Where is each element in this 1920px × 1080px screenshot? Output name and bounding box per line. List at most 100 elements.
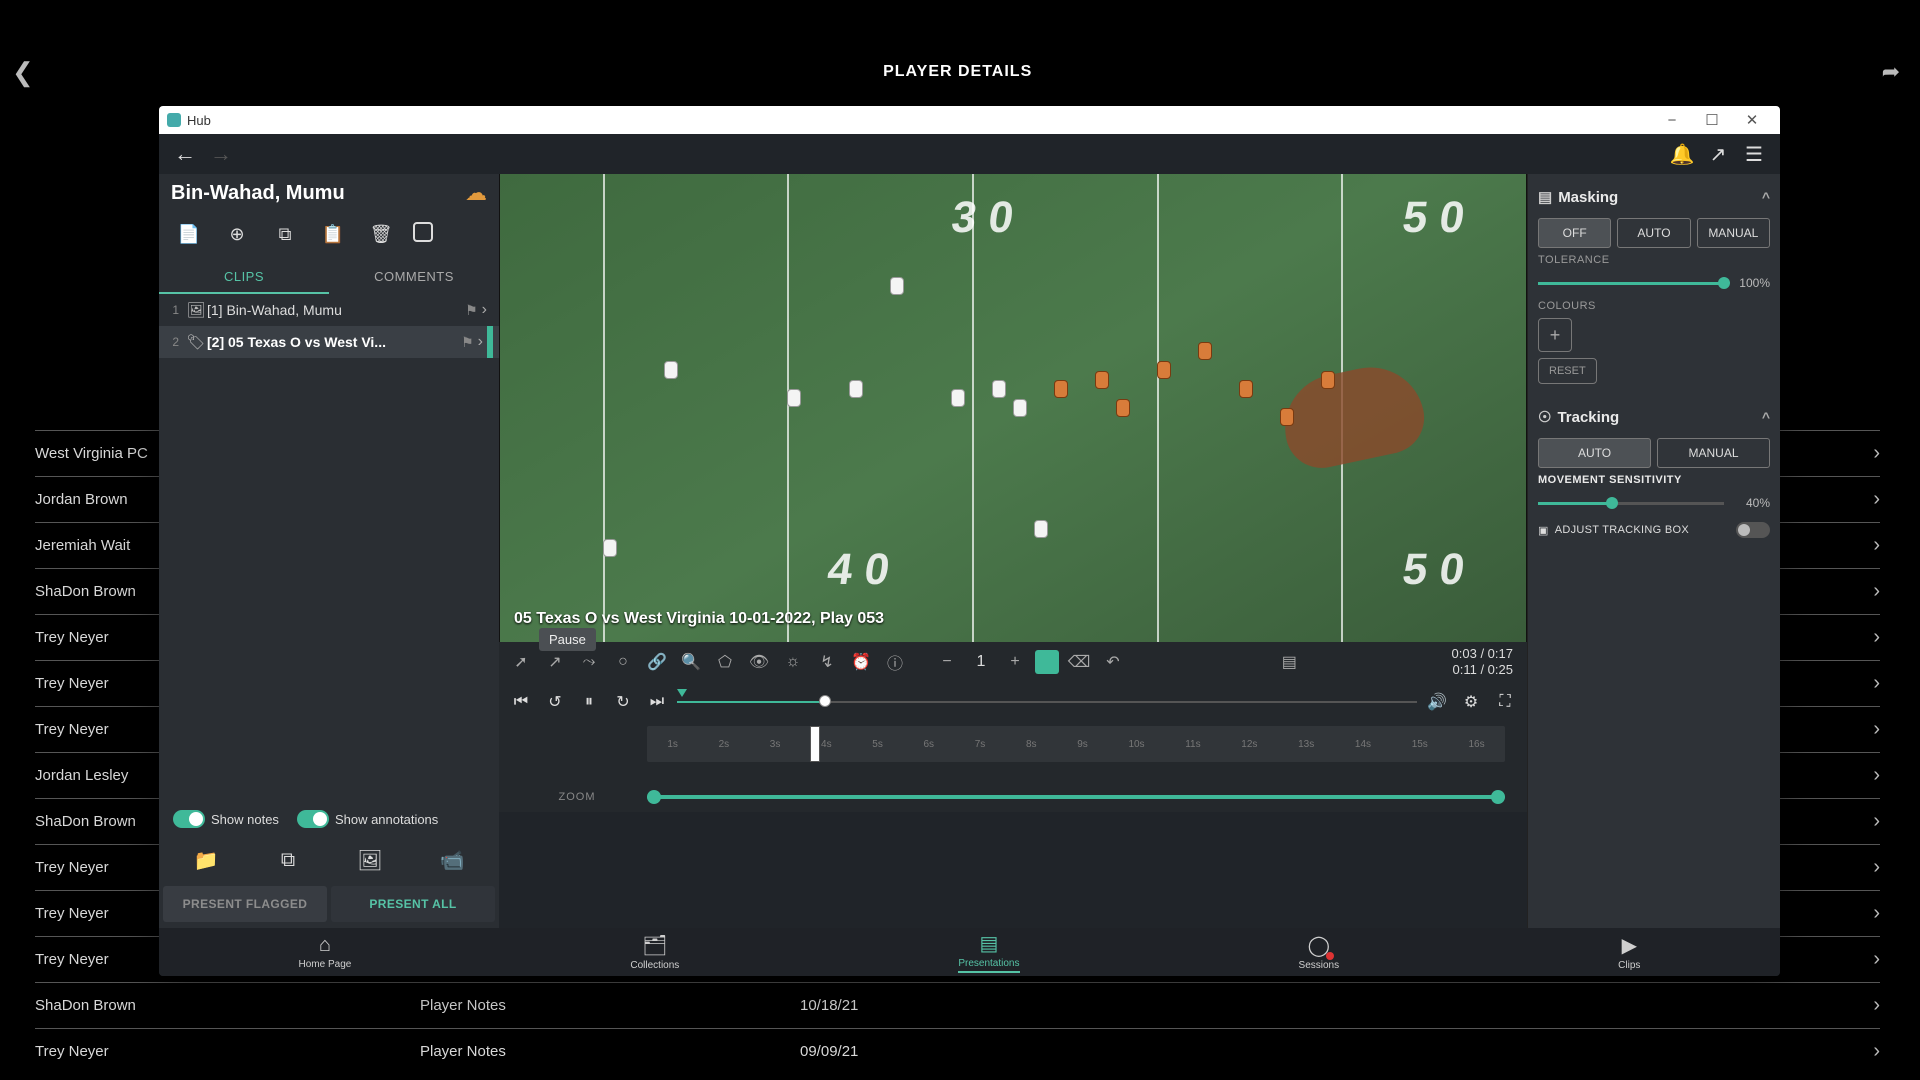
footer-collections[interactable]: 🗂 Collections (630, 933, 679, 971)
clip-row[interactable]: 2 🏷 [2] 05 Texas O vs West Vi... ⚑ › (159, 326, 499, 358)
chevron-right-icon[interactable]: › (1873, 810, 1880, 833)
table-row[interactable]: ShaDon Brown Player Notes 10/18/21 › (35, 982, 1880, 1028)
tolerance-slider[interactable] (1538, 282, 1724, 285)
chevron-right-icon[interactable]: › (1873, 948, 1880, 971)
trash-icon[interactable]: 🗑 (365, 218, 397, 250)
chevron-right-icon[interactable]: › (1873, 626, 1880, 649)
chevron-right-icon[interactable]: › (1873, 580, 1880, 603)
masking-auto-button[interactable]: AUTO (1617, 218, 1690, 248)
eye-icon[interactable]: 👁 (745, 648, 773, 676)
footer-presentations[interactable]: ▤ Presentations (958, 931, 1019, 973)
present-all-button[interactable]: PRESENT ALL (331, 886, 495, 922)
chevron-up-icon[interactable]: ^ (1762, 409, 1770, 425)
present-flagged-button[interactable]: PRESENT FLAGGED (163, 886, 327, 922)
reset-button[interactable]: RESET (1538, 358, 1597, 384)
masking-off-button[interactable]: OFF (1538, 218, 1611, 248)
chevron-right-icon[interactable]: › (1873, 488, 1880, 511)
cloud-download-icon[interactable]: ☁ (465, 180, 487, 206)
spotlight-icon[interactable]: ☼ (779, 648, 807, 676)
chevron-right-icon[interactable]: › (1873, 672, 1880, 695)
bell-icon[interactable]: 🔔 (1664, 136, 1700, 172)
flag-icon[interactable]: ⚑ (461, 334, 474, 351)
link-icon[interactable]: 🔗 (643, 648, 671, 676)
add-image-icon[interactable]: 🖼 (347, 844, 393, 876)
footer-sessions[interactable]: ◯ Sessions (1299, 933, 1340, 971)
back-5s-button[interactable]: ↺ (541, 688, 569, 716)
chevron-right-icon[interactable]: › (482, 301, 487, 319)
settings-icon[interactable]: ⚙ (1457, 688, 1485, 716)
nav-back-button[interactable]: ← (167, 136, 203, 172)
playhead[interactable] (810, 726, 820, 762)
tab-clips[interactable]: CLIPS (159, 260, 329, 294)
maximize-button[interactable]: ☐ (1692, 111, 1732, 129)
table-row[interactable]: Trey Neyer Player Notes 09/09/21 › (35, 1028, 1880, 1074)
next-clip-button[interactable]: ⏭ (643, 688, 671, 716)
chevron-right-icon[interactable]: › (1873, 1040, 1880, 1063)
arrow-icon[interactable]: ↗ (541, 648, 569, 676)
chevron-right-icon[interactable]: › (1873, 718, 1880, 741)
current-color-swatch[interactable] (1035, 650, 1059, 674)
minimize-button[interactable]: − (1652, 112, 1692, 129)
chevron-up-icon[interactable]: ^ (1762, 189, 1770, 205)
video-player[interactable]: 4 0 5 0 5 0 3 0 (499, 174, 1527, 642)
note-icon[interactable]: 📄 (173, 218, 205, 250)
layers-icon[interactable]: ▤ (1275, 648, 1303, 676)
copy-icon[interactable]: ⧉ (269, 218, 301, 250)
toggle-show-annotations[interactable]: Show annotations (297, 810, 438, 828)
add-clip-icon[interactable]: ⧉ (265, 844, 311, 876)
circle-icon[interactable]: ○ (609, 648, 637, 676)
footer-home[interactable]: ⌂ Home Page (299, 934, 352, 970)
zoom-slider[interactable] (647, 795, 1505, 799)
chevron-right-icon[interactable]: › (1873, 764, 1880, 787)
fwd-5s-button[interactable]: ↻ (609, 688, 637, 716)
fullscreen-icon[interactable]: ⛶ (1491, 688, 1519, 716)
share-icon[interactable]: ➦ (1882, 59, 1900, 85)
tracking-auto-button[interactable]: AUTO (1538, 438, 1651, 468)
stop-icon[interactable] (413, 222, 433, 242)
back-button[interactable]: ❮ (12, 57, 34, 88)
polygon-icon[interactable]: ⬠ (711, 648, 739, 676)
tracking-manual-button[interactable]: MANUAL (1657, 438, 1770, 468)
eraser-icon[interactable]: ⌫ (1065, 648, 1093, 676)
info-icon[interactable]: ⓘ (881, 648, 909, 676)
flag-icon[interactable]: ⚑ (465, 302, 478, 319)
chevron-right-icon[interactable]: › (1873, 902, 1880, 925)
prev-clip-button[interactable]: ⏮ (507, 688, 535, 716)
add-circle-icon[interactable]: ⊕ (221, 218, 253, 250)
tolerance-label: TOLERANCE (1538, 254, 1770, 266)
external-link-icon[interactable]: ↗ (1700, 136, 1736, 172)
play-pause-button[interactable]: ⏸ (575, 688, 603, 716)
seek-bar[interactable] (677, 699, 1417, 705)
record-icon[interactable]: 📹 (429, 844, 475, 876)
toggle-show-notes[interactable]: Show notes (173, 810, 279, 828)
tab-comments[interactable]: COMMENTS (329, 260, 499, 294)
adjust-tracking-toggle[interactable] (1736, 522, 1770, 538)
close-button[interactable]: ✕ (1732, 111, 1772, 129)
clipboard-icon[interactable]: 📋 (317, 218, 349, 250)
chevron-right-icon[interactable]: › (1873, 994, 1880, 1017)
movement-slider[interactable] (1538, 502, 1724, 505)
route-icon[interactable]: ↯ (813, 648, 841, 676)
search-icon[interactable]: 🔍 (677, 648, 705, 676)
add-colour-button[interactable]: + (1538, 318, 1572, 352)
undo-icon[interactable]: ↶ (1099, 648, 1127, 676)
plus-icon[interactable]: + (1001, 648, 1029, 676)
volume-icon[interactable]: 🔊 (1423, 688, 1451, 716)
chevron-right-icon[interactable]: › (1873, 856, 1880, 879)
movement-value: 40% (1724, 496, 1770, 510)
curve-icon[interactable]: ⤳ (575, 648, 603, 676)
cursor-icon[interactable]: ➚ (507, 648, 535, 676)
masking-manual-button[interactable]: MANUAL (1697, 218, 1770, 248)
folder-icon[interactable]: 📁 (183, 844, 229, 876)
clip-row[interactable]: 1 🖼 [1] Bin-Wahad, Mumu ⚑ › (159, 294, 499, 326)
chevron-right-icon[interactable]: › (1873, 534, 1880, 557)
chevron-right-icon[interactable]: › (1873, 442, 1880, 465)
tracking-title: Tracking (1557, 409, 1619, 426)
timeline-ruler[interactable]: 1s2s3s4s5s6s7s8s9s10s11s12s13s14s15s16s (647, 726, 1505, 762)
nav-forward-button[interactable]: → (203, 136, 239, 172)
chevron-right-icon[interactable]: › (478, 333, 483, 351)
footer-clips[interactable]: ▶ Clips (1618, 933, 1640, 971)
menu-icon[interactable]: ☰ (1736, 136, 1772, 172)
timer-icon[interactable]: ⏰ (847, 648, 875, 676)
minus-icon[interactable]: − (933, 648, 961, 676)
